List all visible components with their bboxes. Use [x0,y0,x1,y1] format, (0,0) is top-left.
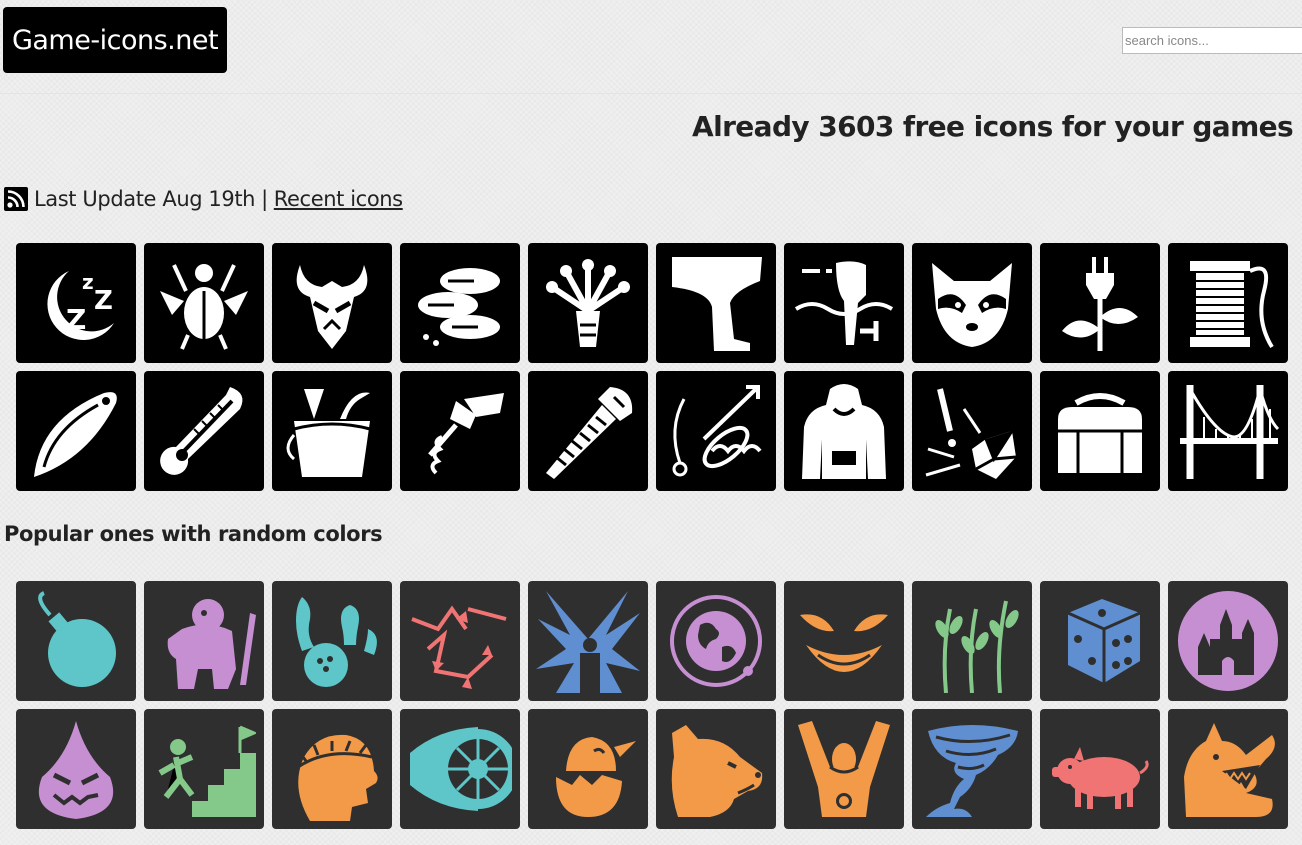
castle-icon[interactable] [1168,581,1288,701]
earth-orbit-icon-graphic [670,595,762,687]
popular-icons-grid [16,581,1288,829]
jet-engine-icon[interactable] [400,709,520,829]
recent-icons-link[interactable]: Recent icons [274,187,403,211]
screw-icon[interactable] [528,371,648,491]
hatching-chick-icon[interactable] [528,709,648,829]
search-input[interactable] [1122,27,1302,54]
update-separator: | [261,187,268,211]
power-plug-sprout-icon-graphic [1062,257,1138,351]
bomb-icon[interactable] [16,581,136,701]
tornado-icon[interactable] [912,709,1032,829]
castle-icon-graphic [1178,591,1278,691]
stairs-goal-icon[interactable] [144,709,264,829]
hatching-chick-icon-graphic [556,737,636,817]
duffel-bag-icon[interactable] [1040,371,1160,491]
champion-icon-graphic [798,721,890,817]
bowling-strike-icon[interactable] [272,581,392,701]
power-plug-sprout-icon[interactable] [1040,243,1160,363]
dice-icon-graphic [1067,599,1141,683]
sleepy-icon-graphic: zZZ [47,270,114,340]
jet-engine-icon-graphic [410,727,512,811]
header-divider [0,93,1302,94]
grinning-face-icon-graphic [800,614,888,672]
fishing-lure-icon-graphic [34,392,117,477]
suspension-bridge-icon-graphic [1180,385,1280,479]
wheat-stalks-icon[interactable] [912,581,1032,701]
wheat-sheaf-icon[interactable] [528,243,648,363]
dice-icon[interactable] [1040,581,1160,701]
site-logo[interactable]: Game-icons.net [3,7,227,73]
svg-text:Z: Z [66,303,86,336]
person-burst-icon[interactable] [528,581,648,701]
evil-drop-icon[interactable] [16,709,136,829]
werewolf-icon-graphic [1184,723,1275,817]
bomb-icon-graphic [38,591,116,687]
wheat-stalks-icon-graphic [935,600,1019,693]
svg-text:z: z [82,270,94,294]
arrow-paths-icon[interactable] [400,581,520,701]
page-tagline: Already 3603 free icons for your games [692,110,1294,143]
pig-icon-graphic [1052,747,1149,809]
wheat-sheaf-icon-graphic [546,259,630,347]
corkscrew-icon-graphic [428,393,504,475]
bear-head-icon-graphic [671,725,763,817]
outboard-motor-icon[interactable] [784,243,904,363]
earth-orbit-icon[interactable] [656,581,776,701]
update-line: Last Update Aug 19th | Recent icons [4,184,403,214]
raccoon-head-icon[interactable] [912,243,1032,363]
werewolf-icon[interactable] [1168,709,1288,829]
evil-drop-icon-graphic [38,721,114,819]
leg-icon[interactable] [656,243,776,363]
last-update-text: Last Update Aug 19th [34,187,256,211]
rss-icon[interactable] [4,187,28,211]
horned-mask-icon-graphic [296,265,368,349]
raccoon-head-icon-graphic [932,263,1012,347]
grinning-face-icon[interactable] [784,581,904,701]
pig-icon[interactable] [1040,709,1160,829]
svg-text:Z: Z [94,286,113,316]
sushis-icon[interactable] [400,243,520,363]
arrow-paths-icon-graphic [411,605,507,689]
troll-icon-graphic [167,599,256,689]
sushis-icon-graphic [418,268,500,346]
duffel-bag-icon-graphic [1058,393,1142,473]
thread-spool-icon[interactable] [1168,243,1288,363]
horned-mask-icon[interactable] [272,243,392,363]
popular-section-title: Popular ones with random colors [4,522,383,546]
tornado-icon-graphic [926,725,1018,817]
shattered-crystal-icon-graphic [925,388,1017,479]
troll-icon[interactable] [144,581,264,701]
recent-icons-grid: zZZ [16,243,1288,491]
shattered-crystal-icon[interactable] [912,371,1032,491]
bear-head-icon[interactable] [656,709,776,829]
sleepy-icon[interactable]: zZZ [16,243,136,363]
corkscrew-icon[interactable] [400,371,520,491]
thermometer-icon[interactable] [144,371,264,491]
hoodie-icon[interactable] [784,371,904,491]
champion-icon[interactable] [784,709,904,829]
screw-icon-graphic [546,387,633,479]
scarab-beetle-icon[interactable] [144,243,264,363]
outboard-motor-icon-graphic [794,261,894,345]
bowling-strike-icon-graphic [296,597,377,687]
leg-icon-graphic [672,257,762,351]
fishing-lure-icon[interactable] [16,371,136,491]
laurel-crown-icon[interactable] [272,709,392,829]
scarab-beetle-icon-graphic [160,264,248,350]
stairs-goal-icon-graphic [158,725,256,817]
suspension-bridge-icon[interactable] [1168,371,1288,491]
person-burst-icon-graphic [536,591,640,693]
fish-bucket-icon-graphic [286,389,371,477]
hoodie-icon-graphic [802,384,886,479]
spring-tool-icon[interactable] [656,371,776,491]
fish-bucket-icon[interactable] [272,371,392,491]
thermometer-icon-graphic [160,387,243,475]
spring-tool-icon-graphic [672,385,762,477]
thread-spool-icon-graphic [1190,261,1274,349]
laurel-crown-icon-graphic [297,734,378,821]
